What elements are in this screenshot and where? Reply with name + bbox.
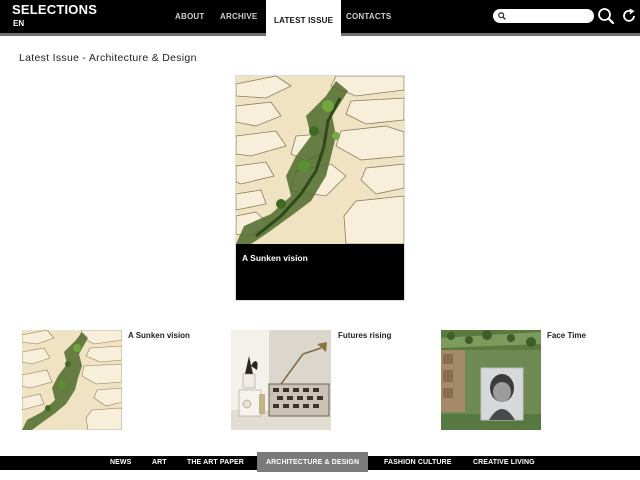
article-title[interactable]: A Sunken vision	[128, 331, 190, 340]
search-field[interactable]	[493, 9, 594, 23]
search-icon	[498, 12, 506, 20]
magnifier-icon[interactable]	[597, 7, 615, 25]
article-title[interactable]: Face Time	[547, 331, 586, 340]
category-the-art-paper[interactable]: THE ART PAPER	[187, 456, 244, 470]
brand-logo[interactable]: SELECTIONS	[12, 2, 97, 17]
article-title[interactable]: Futures rising	[338, 331, 391, 340]
search-input[interactable]	[509, 10, 589, 22]
article-thumbnail[interactable]	[441, 330, 541, 430]
nav-latest-issue[interactable]: LATEST ISSUE	[266, 0, 342, 40]
category-art[interactable]: ART	[152, 456, 167, 470]
nav-about[interactable]: ABOUT	[175, 0, 204, 33]
category-creative-living[interactable]: CREATIVE LIVING	[473, 456, 535, 470]
page-title: Latest Issue - Architecture & Design	[19, 52, 197, 64]
nav-contacts[interactable]: CONTACTS	[346, 0, 391, 33]
category-architecture-design[interactable]: ARCHITECTURE & DESIGN	[257, 452, 369, 472]
article-thumbnail[interactable]	[22, 330, 122, 430]
hero-article[interactable]: A Sunken vision	[235, 75, 405, 301]
category-news[interactable]: NEWS	[110, 456, 131, 470]
article-thumbnail[interactable]	[231, 330, 331, 430]
language-selector[interactable]: EN	[13, 19, 24, 28]
hero-title: A Sunken vision	[242, 253, 308, 263]
nav-archive[interactable]: ARCHIVE	[220, 0, 257, 33]
refresh-icon[interactable]	[620, 7, 638, 25]
hero-image	[236, 76, 404, 244]
category-fashion-culture[interactable]: FASHION CULTURE	[384, 456, 451, 470]
hero-caption: A Sunken vision	[236, 244, 404, 300]
